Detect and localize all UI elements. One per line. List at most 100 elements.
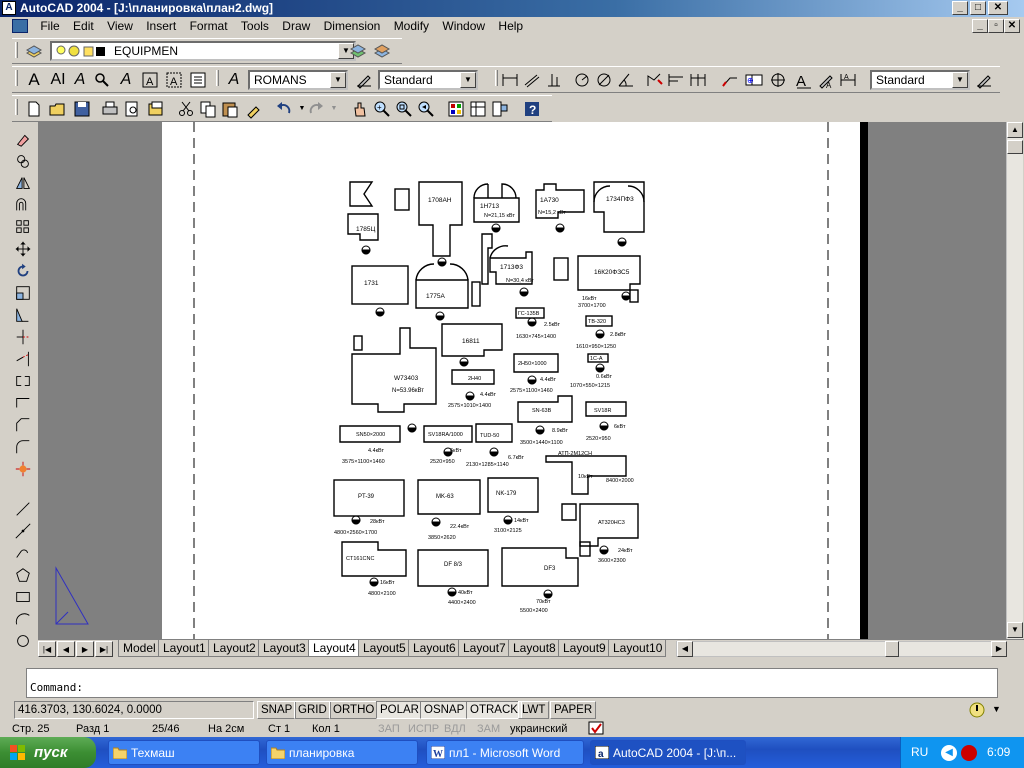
command-line[interactable]: Command: xyxy=(26,668,998,698)
text-style-icon[interactable]: A xyxy=(116,70,136,90)
coordinates-display[interactable]: 416.3703, 130.6024, 0.0000 xyxy=(14,701,254,719)
floor-plan-drawing[interactable]: 1708АН 1H713 N=21,15 кВт 1А730 N=15,2 кВ… xyxy=(38,122,1006,639)
security-alert-icon[interactable] xyxy=(961,745,977,761)
trim-icon[interactable] xyxy=(12,326,34,348)
edit-text-icon[interactable]: A xyxy=(70,70,90,90)
properties-icon[interactable] xyxy=(446,99,466,119)
drawing-area[interactable]: 1708АН 1H713 N=21,15 кВт 1А730 N=15,2 кВ… xyxy=(38,122,1006,639)
lwt-toggle[interactable]: LWT xyxy=(518,701,550,719)
center-mark-icon[interactable] xyxy=(768,70,788,90)
snap-toggle[interactable]: SNAP xyxy=(257,701,297,719)
tray-expand-icon[interactable]: ◀ xyxy=(941,745,957,761)
ordinate-dimension-icon[interactable] xyxy=(544,70,564,90)
pan-realtime-icon[interactable] xyxy=(350,99,370,119)
line-icon[interactable] xyxy=(12,498,34,520)
plot-preview-icon[interactable] xyxy=(122,99,142,119)
offset-icon[interactable] xyxy=(12,194,34,216)
menu-dimension[interactable]: Dimension xyxy=(319,17,386,36)
radius-dimension-icon[interactable] xyxy=(572,70,592,90)
tab-layout6[interactable]: Layout6 xyxy=(408,640,461,657)
join-icon[interactable] xyxy=(12,392,34,414)
menu-draw[interactable]: Draw xyxy=(277,17,315,36)
chevron-down-icon[interactable]: ▼ xyxy=(460,72,476,88)
cut-icon[interactable] xyxy=(176,99,196,119)
redo-dropdown-icon[interactable]: ▼ xyxy=(324,99,344,119)
osnap-toggle[interactable]: OSNAP xyxy=(420,701,469,719)
tab-layout2[interactable]: Layout2 xyxy=(208,640,261,657)
rectangle-icon[interactable] xyxy=(12,586,34,608)
tab-layout8[interactable]: Layout8 xyxy=(508,640,561,657)
break-icon[interactable] xyxy=(12,370,34,392)
zoom-previous-icon[interactable] xyxy=(416,99,436,119)
menu-view[interactable]: View xyxy=(102,17,138,36)
dimension-text-edit-icon[interactable]: A xyxy=(816,70,836,90)
tool-palettes-icon[interactable] xyxy=(490,99,510,119)
aligned-dimension-icon[interactable] xyxy=(522,70,542,90)
scale-text-icon[interactable]: A xyxy=(140,70,160,90)
chevron-down-icon[interactable]: ▼ xyxy=(330,72,346,88)
arc-icon[interactable] xyxy=(12,608,34,630)
task-word[interactable]: W пл1 - Microsoft Word xyxy=(426,740,584,765)
polygon-icon[interactable] xyxy=(12,564,34,586)
communication-center-icon[interactable] xyxy=(968,701,986,719)
tab-layout5[interactable]: Layout5 xyxy=(358,640,411,657)
copy-icon[interactable] xyxy=(198,99,218,119)
status-menu-chevron-icon[interactable]: ▼ xyxy=(992,704,1001,714)
task-autocad[interactable]: a AutoCAD 2004 - [J:\п... xyxy=(590,740,746,765)
circle-icon[interactable] xyxy=(12,630,34,652)
scroll-up-icon[interactable]: ▲ xyxy=(1007,122,1023,138)
dimension-style-dropdown[interactable]: Standard ▼ xyxy=(870,70,970,90)
new-icon[interactable] xyxy=(24,99,44,119)
chamfer-icon[interactable] xyxy=(12,414,34,436)
horizontal-scrollbar[interactable]: ◀ ▶ xyxy=(676,641,1007,657)
layer-manager-icon[interactable] xyxy=(24,41,44,61)
paper-toggle[interactable]: PAPER xyxy=(550,701,597,719)
redo-icon[interactable] xyxy=(306,99,326,119)
text-style-manager-icon[interactable] xyxy=(354,70,374,90)
last-tab-icon[interactable]: ▶| xyxy=(95,641,113,657)
tab-layout3[interactable]: Layout3 xyxy=(258,640,311,657)
linear-dimension-icon[interactable] xyxy=(500,70,520,90)
maximize-button[interactable]: □ xyxy=(970,1,986,15)
grid-toggle[interactable]: GRID xyxy=(294,701,331,719)
chevron-down-icon[interactable]: ▼ xyxy=(952,72,968,88)
paste-icon[interactable] xyxy=(220,99,240,119)
undo-icon[interactable] xyxy=(274,99,294,119)
construction-line-icon[interactable] xyxy=(12,520,34,542)
text-style-dropdown[interactable]: Standard ▼ xyxy=(378,70,478,90)
scroll-right-icon[interactable]: ▶ xyxy=(991,641,1007,657)
scroll-thumb[interactable] xyxy=(1007,140,1023,154)
autocad-icon[interactable]: A xyxy=(2,1,16,15)
clock[interactable]: 6:09 xyxy=(987,737,1010,768)
publish-icon[interactable] xyxy=(146,99,166,119)
doc-close-button[interactable]: ✕ xyxy=(1004,19,1020,33)
diameter-dimension-icon[interactable] xyxy=(594,70,614,90)
tab-layout9[interactable]: Layout9 xyxy=(558,640,611,657)
prev-tab-icon[interactable]: ◀ xyxy=(57,641,75,657)
otrack-toggle[interactable]: OTRACK xyxy=(466,701,522,719)
polyline-icon[interactable] xyxy=(12,542,34,564)
quick-dimension-icon[interactable] xyxy=(644,70,664,90)
move-icon[interactable] xyxy=(12,238,34,260)
find-replace-icon[interactable] xyxy=(92,70,112,90)
plot-icon[interactable] xyxy=(100,99,120,119)
ortho-toggle[interactable]: ORTHO xyxy=(329,701,379,719)
baseline-dimension-icon[interactable] xyxy=(666,70,686,90)
menu-file[interactable]: File xyxy=(35,17,64,36)
menu-tools[interactable]: Tools xyxy=(236,17,274,36)
tab-layout4[interactable]: Layout4 xyxy=(308,640,361,657)
minimize-button[interactable]: _ xyxy=(952,1,968,15)
scroll-down-icon[interactable]: ▼ xyxy=(1007,622,1023,638)
zoom-realtime-icon[interactable]: + xyxy=(372,99,392,119)
zoom-window-icon[interactable] xyxy=(394,99,414,119)
menu-help[interactable]: Help xyxy=(493,17,528,36)
hscroll-thumb[interactable] xyxy=(885,641,899,657)
fillet-icon[interactable] xyxy=(12,436,34,458)
menu-modify[interactable]: Modify xyxy=(389,17,434,36)
close-button[interactable]: ✕ xyxy=(988,1,1008,15)
text-icon[interactable]: A xyxy=(24,70,44,90)
polar-toggle[interactable]: POLAR xyxy=(376,701,423,719)
dimension-update-icon[interactable]: A xyxy=(838,70,858,90)
drawing-doc-icon[interactable] xyxy=(12,19,28,33)
erase-icon[interactable] xyxy=(12,128,34,150)
